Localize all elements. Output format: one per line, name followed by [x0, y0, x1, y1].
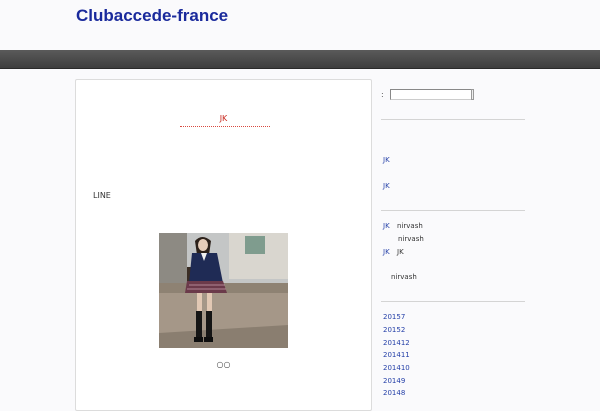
archive-link[interactable]: 20148	[383, 389, 405, 397]
recent-post-link[interactable]: JK	[383, 182, 390, 190]
sidebar-divider	[381, 119, 525, 120]
site-title[interactable]: Clubaccede-france	[76, 6, 228, 26]
comment-author: nirvash	[397, 222, 423, 230]
post-text: LINE	[93, 191, 111, 200]
search-input[interactable]	[390, 89, 472, 100]
navigation-bar	[0, 50, 600, 69]
search-button[interactable]	[471, 89, 474, 100]
post-title[interactable]: JK	[76, 114, 371, 123]
archive-link[interactable]: 20149	[383, 377, 405, 385]
archive-link[interactable]: 201411	[383, 351, 410, 359]
archive-link[interactable]: 201412	[383, 339, 410, 347]
post-image-illustration	[159, 233, 288, 348]
main-content: JK LINE ○○	[75, 79, 372, 411]
archive-link[interactable]: 20152	[383, 326, 405, 334]
comment-post-link[interactable]: JK	[383, 222, 390, 230]
sidebar-divider	[381, 301, 525, 302]
comment-author: JK	[397, 248, 404, 256]
recent-post-link[interactable]: JK	[383, 156, 390, 164]
comment-author: nirvash	[391, 273, 417, 281]
archive-link[interactable]: 201410	[383, 364, 410, 372]
comment-post-link[interactable]: JK	[383, 248, 390, 256]
post-image	[159, 233, 288, 348]
sidebar-divider	[381, 210, 525, 211]
archive-link[interactable]: 20157	[383, 313, 405, 321]
comment-author: nirvash	[398, 235, 424, 243]
post-title-underline	[180, 126, 270, 127]
image-caption: ○○	[216, 360, 231, 369]
search-label: :	[381, 90, 384, 99]
